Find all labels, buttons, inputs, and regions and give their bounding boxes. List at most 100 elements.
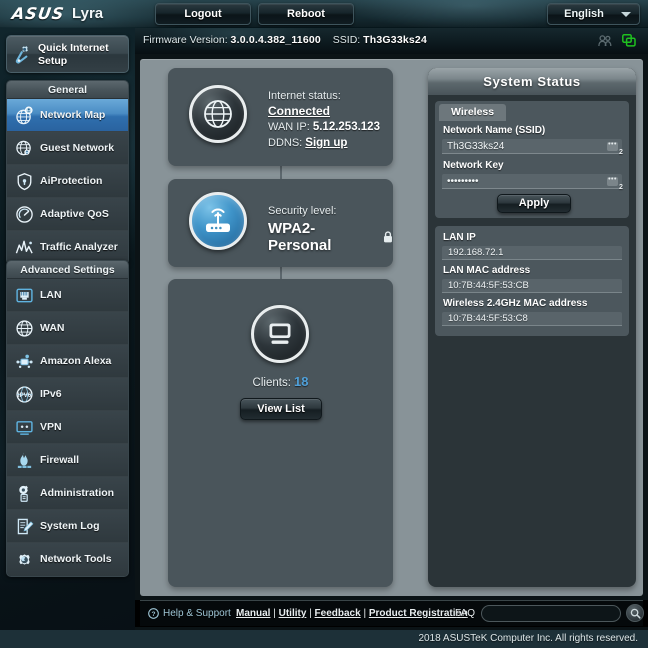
sidebar-item-label: IPv6 [40, 388, 62, 400]
sidebar-item-system-log[interactable]: System Log [7, 510, 128, 543]
panel-connector [280, 267, 282, 279]
internet-status-label: Internet status: [268, 90, 341, 102]
sidebar-item-label: WAN [40, 322, 65, 334]
faq-search-button[interactable] [626, 604, 644, 622]
manual-link[interactable]: Manual [236, 608, 270, 619]
tab-wireless[interactable]: Wireless [439, 104, 507, 121]
sidebar-item-label: AiProtection [40, 175, 103, 187]
sidebar-item-lan[interactable]: LAN [7, 279, 128, 312]
asus-logo: ASUS [10, 4, 66, 23]
lan-ip-label: LAN IP [443, 232, 476, 243]
wireless-mac-value: 10:7B:44:5F:53:C8 [442, 312, 622, 326]
security-level-value-row: WPA2-Personal [268, 220, 393, 254]
faq-search-box[interactable] [481, 605, 621, 622]
sidebar-item-wan[interactable]: WAN [7, 312, 128, 345]
copyright-text: 2018 ASUSTeK Computer Inc. All rights re… [0, 630, 648, 648]
sidebar-item-amazon-alexa[interactable]: Amazon Alexa [7, 345, 128, 378]
sidebar-item-label: Network Map [40, 109, 106, 121]
sidebar-item-label: Adaptive QoS [40, 208, 109, 220]
traffic-chart-icon [15, 240, 33, 254]
sidebar-item-label: Guest Network [40, 142, 115, 154]
sidebar-item-firewall[interactable]: Firewall [7, 444, 128, 477]
ssid-input[interactable] [442, 139, 622, 154]
security-level-panel[interactable]: Security level: WPA2-Personal [168, 179, 393, 267]
sidebar-item-network-map[interactable]: Network Map [7, 99, 128, 132]
reboot-button[interactable]: Reboot [258, 3, 354, 25]
wireless-mac-label: Wireless 2.4GHz MAC address [443, 298, 588, 309]
router-admin-page: ASUS Lyra Logout Reboot English Firmware… [0, 0, 648, 648]
wireless-settings-card: Wireless Network Name (SSID) ••• 2 Netwo… [435, 101, 629, 218]
network-key-label: Network Key [443, 160, 504, 171]
ssid-label: SSID: [332, 34, 361, 46]
firmware-status-bar: Firmware Version: 3.0.0.4.382_11600 SSID… [135, 28, 648, 54]
system-status-title: System Status [428, 68, 636, 95]
security-level-label: Security level: [268, 205, 337, 217]
network-devices-icon[interactable] [622, 34, 636, 47]
help-and-support-link[interactable]: ? Help & Support [148, 608, 231, 619]
logout-button[interactable]: Logout [155, 3, 251, 25]
help-and-support-label: Help & Support [163, 608, 231, 619]
network-key-more-button[interactable]: ••• [607, 176, 618, 186]
view-list-button[interactable]: View List [240, 398, 322, 420]
log-pencil-icon [17, 518, 34, 535]
lan-mac-value: 10:7B:44:5F:53:CB [442, 279, 622, 293]
wan-ip-value: 5.12.253.123 [312, 121, 380, 133]
firmware-label: Firmware Version: [143, 34, 228, 46]
lan-mac-label: LAN MAC address [443, 265, 531, 276]
header-icon-group [598, 34, 636, 47]
footer-bar: ? Help & Support Manual | Utility | Feed… [140, 600, 644, 626]
svg-text:?: ? [151, 611, 155, 618]
nav-group-general: General Network Map Guest Network AiProt… [6, 80, 129, 265]
sidebar-item-network-tools[interactable]: Network Tools [7, 543, 128, 576]
router-badge [189, 192, 247, 250]
product-registration-link[interactable]: Product Registration [369, 608, 468, 619]
quick-internet-setup-button[interactable]: Quick Internet Setup [6, 35, 129, 73]
feedback-link[interactable]: Feedback [315, 608, 361, 619]
nav-group-general-title: General [7, 81, 128, 99]
firmware-info: Firmware Version: 3.0.0.4.382_11600 SSID… [143, 34, 427, 46]
network-map-icon [16, 106, 33, 125]
vpn-icon [16, 421, 33, 435]
firmware-value: 3.0.0.4.382_11600 [230, 34, 321, 46]
router-wifi-icon [206, 208, 230, 232]
utility-link[interactable]: Utility [279, 608, 307, 619]
sidebar-item-ipv6[interactable]: IPV6 IPv6 [7, 378, 128, 411]
wan-ip-row: WAN IP: 5.12.253.123 [268, 121, 380, 133]
apply-button[interactable]: Apply [497, 194, 571, 213]
network-key-input[interactable] [442, 174, 622, 189]
globe-icon [16, 320, 33, 337]
security-level-value: WPA2-Personal [268, 220, 332, 254]
network-info-card: LAN IP 192.168.72.1 LAN MAC address 10:7… [435, 226, 629, 336]
language-selector[interactable]: English [547, 3, 640, 25]
search-icon [630, 608, 641, 619]
internet-status-panel[interactable]: Internet status: Connected WAN IP: 5.12.… [168, 68, 393, 166]
sidebar-item-label: Firewall [40, 454, 80, 466]
internet-status-value: Connected [268, 104, 331, 118]
alexa-icon [16, 354, 33, 369]
sidebar-item-label: Amazon Alexa [40, 355, 112, 367]
lock-icon [384, 231, 393, 243]
globe-icon [204, 100, 232, 128]
ddns-label: DDNS: [268, 137, 303, 149]
sidebar: Quick Internet Setup General Network Map [0, 28, 135, 648]
sidebar-item-adaptive-qos[interactable]: Adaptive QoS [7, 198, 128, 231]
clients-count: 18 [293, 374, 309, 389]
quick-setup-icon [15, 45, 29, 64]
ssid-more-button[interactable]: ••• [607, 141, 618, 151]
sidebar-item-vpn[interactable]: VPN [7, 411, 128, 444]
sidebar-item-label: Administration [40, 487, 115, 499]
chevron-down-icon [621, 12, 631, 17]
users-icon[interactable] [598, 34, 612, 47]
faq-label: FAQ [455, 608, 476, 619]
faq-search-input[interactable] [482, 606, 620, 621]
tools-gear-icon [19, 554, 30, 565]
ddns-signup-link[interactable]: Sign up [305, 137, 347, 149]
network-key-field-badge: 2 [619, 184, 623, 191]
sidebar-item-guest-network[interactable]: Guest Network [7, 132, 128, 165]
sidebar-item-administration[interactable]: Administration [7, 477, 128, 510]
guest-network-icon [16, 140, 31, 156]
system-status-panel: System Status Wireless Network Name (SSI… [428, 68, 636, 587]
sidebar-item-aiprotection[interactable]: AiProtection [7, 165, 128, 198]
clients-panel[interactable]: Clients: 18 View List [168, 279, 393, 587]
gear-icon [19, 485, 28, 502]
